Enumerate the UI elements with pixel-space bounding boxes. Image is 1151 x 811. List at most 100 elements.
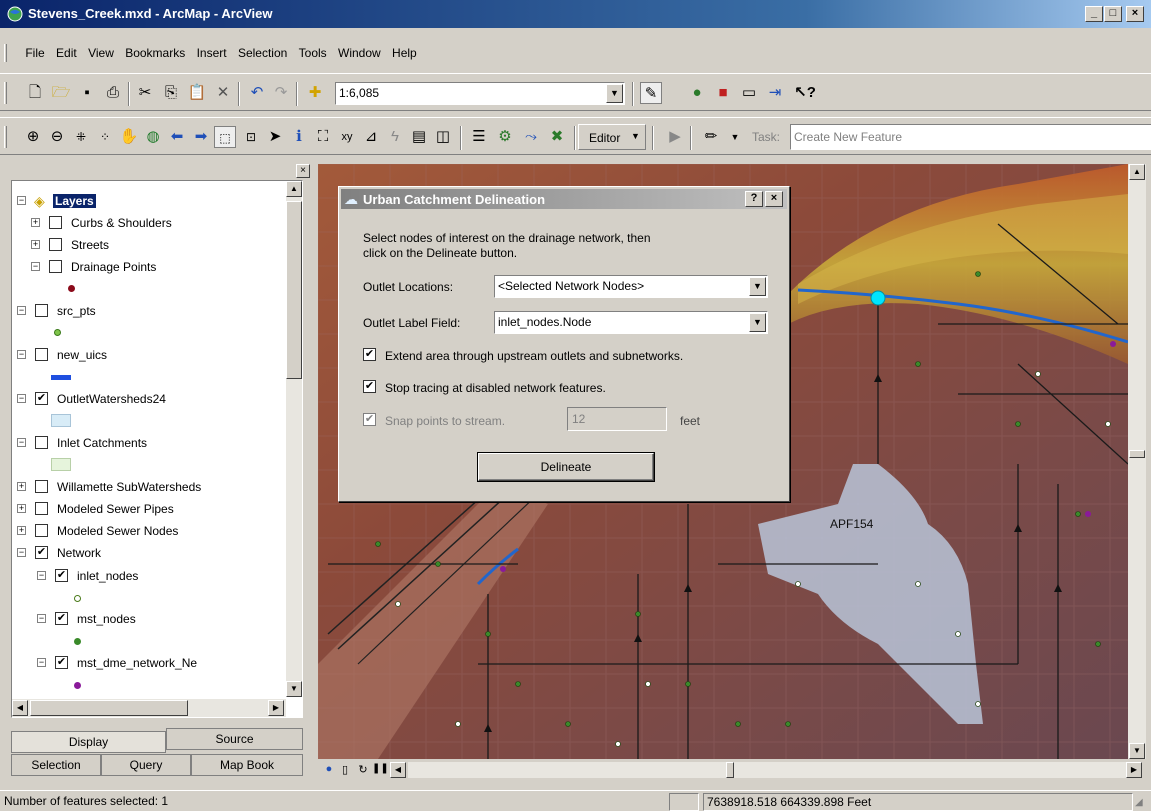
scroll-thumb[interactable] bbox=[726, 762, 734, 778]
scroll-left-arrow-icon[interactable]: ◀ bbox=[390, 762, 406, 778]
arctoolbox-icon[interactable]: ■ bbox=[712, 82, 734, 104]
close-icon[interactable]: × bbox=[296, 164, 310, 178]
expand-icon[interactable]: + bbox=[31, 240, 40, 249]
undo-icon[interactable]: ↶ bbox=[246, 82, 268, 104]
cut-icon[interactable]: ✂ bbox=[134, 82, 156, 104]
chevron-down-icon[interactable]: ▼ bbox=[749, 277, 766, 296]
stop-tracing-checkbox[interactable]: ✔ bbox=[363, 380, 376, 393]
layer-checkbox-checked[interactable]: ✔ bbox=[35, 546, 48, 559]
scroll-thumb[interactable] bbox=[286, 201, 302, 379]
maximize-button[interactable]: □ bbox=[1104, 6, 1122, 22]
extend-area-checkbox[interactable]: ✔ bbox=[363, 348, 376, 361]
layer-checkbox-checked[interactable]: ✔ bbox=[55, 569, 68, 582]
tab-source[interactable]: Source bbox=[166, 728, 303, 750]
menu-view[interactable]: View bbox=[84, 42, 118, 60]
scroll-right-arrow-icon[interactable]: ▶ bbox=[1126, 762, 1142, 778]
snap-distance-input[interactable]: 12 bbox=[567, 407, 667, 431]
layer-checkbox-checked[interactable]: ✔ bbox=[55, 612, 68, 625]
map-horizontal-scrollbar[interactable] bbox=[408, 762, 1126, 778]
flag-tool-icon[interactable]: ✖ bbox=[546, 126, 568, 148]
scroll-down-arrow-icon[interactable]: ▼ bbox=[286, 681, 302, 697]
go-to-xy-icon[interactable]: xy bbox=[336, 126, 358, 148]
toc-vertical-scrollbar[interactable]: ▲ ▼ bbox=[286, 181, 302, 697]
outlet-label-field-select[interactable]: inlet_nodes.Node ▼ bbox=[494, 311, 768, 334]
copy-icon[interactable]: ⎘ bbox=[160, 82, 182, 104]
menu-file[interactable]: File bbox=[21, 42, 48, 60]
expand-icon[interactable]: + bbox=[17, 482, 26, 491]
redo-icon[interactable]: ↷ bbox=[270, 82, 292, 104]
menu-bookmarks[interactable]: Bookmarks bbox=[121, 42, 189, 60]
collapse-icon[interactable]: − bbox=[17, 548, 26, 557]
identify-icon[interactable]: ℹ bbox=[288, 126, 310, 148]
close-button[interactable]: × bbox=[1126, 6, 1144, 22]
layer-checkbox[interactable] bbox=[35, 304, 48, 317]
dialog-close-button[interactable]: × bbox=[765, 191, 783, 207]
chevron-down-icon[interactable]: ▼ bbox=[749, 313, 766, 332]
editor-menu-button[interactable]: Editor ▼ bbox=[578, 124, 646, 150]
forward-arrow-icon[interactable]: ➡ bbox=[190, 126, 212, 148]
print-icon[interactable]: ⎙ bbox=[102, 82, 124, 104]
data-view-icon[interactable]: ● bbox=[322, 763, 336, 777]
dialog-title-bar[interactable]: ☁ Urban Catchment Delineation ? × bbox=[341, 189, 787, 209]
whats-this-help-icon[interactable]: ↖? bbox=[794, 82, 816, 104]
zoom-in-icon[interactable]: ⊕ bbox=[22, 126, 44, 148]
layout-view-icon[interactable]: ▯ bbox=[338, 763, 352, 777]
viewer-window-icon[interactable]: ◫ bbox=[432, 126, 454, 148]
collapse-icon[interactable]: − bbox=[17, 438, 26, 447]
open-folder-icon[interactable]: 🗁 bbox=[50, 82, 72, 104]
toolbar-grip[interactable] bbox=[4, 82, 7, 104]
resize-grip-icon[interactable]: ◢ bbox=[1135, 797, 1149, 811]
map-scale-combo[interactable]: 1:6,085 ▼ bbox=[335, 82, 625, 105]
trace-tool-icon[interactable]: ⤳ bbox=[520, 126, 542, 148]
scroll-thumb[interactable] bbox=[30, 700, 188, 716]
chevron-down-icon[interactable]: ▼ bbox=[724, 126, 746, 148]
table-of-contents-icon[interactable]: ☰ bbox=[468, 126, 490, 148]
toolbar-grip[interactable] bbox=[4, 126, 7, 148]
collapse-icon[interactable]: − bbox=[37, 614, 46, 623]
save-icon[interactable]: ▪ bbox=[76, 82, 98, 104]
select-features-icon[interactable]: ⬚ bbox=[214, 126, 236, 148]
delete-icon[interactable]: ✕ bbox=[212, 82, 234, 104]
expand-icon[interactable]: + bbox=[17, 504, 26, 513]
select-elements-icon[interactable]: ⊡ bbox=[240, 126, 262, 148]
scroll-right-arrow-icon[interactable]: ▶ bbox=[268, 700, 284, 716]
layer-checkbox-checked[interactable]: ✔ bbox=[35, 392, 48, 405]
scroll-up-arrow-icon[interactable]: ▲ bbox=[1129, 164, 1145, 180]
layer-checkbox[interactable] bbox=[35, 436, 48, 449]
collapse-icon[interactable]: − bbox=[17, 394, 26, 403]
collapse-icon[interactable]: − bbox=[31, 262, 40, 271]
snap-points-checkbox[interactable]: ✔ bbox=[363, 413, 376, 426]
menu-selection[interactable]: Selection bbox=[234, 42, 291, 60]
full-extent-globe-icon[interactable]: ◍ bbox=[142, 126, 164, 148]
network-tool-icon[interactable]: ⚙ bbox=[494, 126, 516, 148]
command-line-icon[interactable]: ▭ bbox=[738, 82, 760, 104]
delineate-button[interactable]: Delineate bbox=[477, 452, 655, 482]
menu-window[interactable]: Window bbox=[334, 42, 385, 60]
tab-map-book[interactable]: Map Book bbox=[191, 754, 303, 776]
menu-edit[interactable]: Edit bbox=[52, 42, 81, 60]
scroll-down-arrow-icon[interactable]: ▼ bbox=[1129, 743, 1145, 759]
layer-checkbox-checked[interactable]: ✔ bbox=[55, 656, 68, 669]
menu-insert[interactable]: Insert bbox=[193, 42, 231, 60]
pause-drawing-icon[interactable]: ❚❚ bbox=[372, 763, 389, 777]
outlet-locations-select[interactable]: <Selected Network Nodes> ▼ bbox=[494, 275, 768, 298]
scroll-up-arrow-icon[interactable]: ▲ bbox=[286, 181, 302, 197]
paste-icon[interactable]: 📋 bbox=[186, 82, 208, 104]
menu-help[interactable]: Help bbox=[388, 42, 421, 60]
dialog-help-button[interactable]: ? bbox=[745, 191, 763, 207]
scroll-left-arrow-icon[interactable]: ◀ bbox=[12, 700, 28, 716]
add-data-icon[interactable]: ✚ bbox=[304, 82, 326, 104]
model-builder-icon[interactable]: ⇥ bbox=[764, 82, 786, 104]
chevron-down-icon[interactable]: ▼ bbox=[606, 84, 623, 103]
layer-checkbox[interactable] bbox=[49, 238, 62, 251]
new-document-icon[interactable]: 🗋 bbox=[24, 82, 46, 104]
map-vertical-scrollbar[interactable]: ▲ ▼ bbox=[1128, 164, 1146, 759]
pan-hand-icon[interactable]: ✋ bbox=[118, 126, 140, 148]
collapse-icon[interactable]: − bbox=[37, 571, 46, 580]
menu-tools[interactable]: Tools bbox=[295, 42, 331, 60]
layer-checkbox[interactable] bbox=[35, 480, 48, 493]
fixed-zoom-in-icon[interactable]: ⁜ bbox=[70, 126, 92, 148]
html-popup-icon[interactable]: ▤ bbox=[408, 126, 430, 148]
back-arrow-icon[interactable]: ⬅ bbox=[166, 126, 188, 148]
collapse-icon[interactable]: − bbox=[37, 658, 46, 667]
